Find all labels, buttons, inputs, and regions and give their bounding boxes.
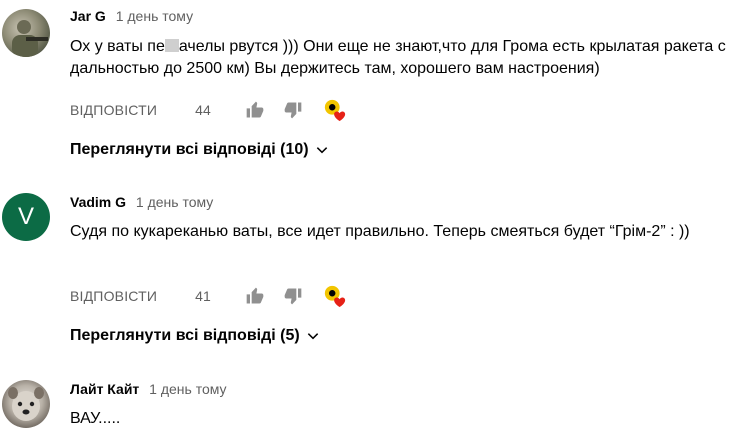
creator-heart-icon [323, 98, 347, 122]
creator-heart-icon [323, 284, 347, 308]
comment-header: Vadim G 1 день тому [70, 194, 213, 210]
like-count: 41 [195, 288, 211, 304]
view-replies-button[interactable]: Переглянути всі відповіді (5) [70, 327, 320, 345]
avatar-photo-icon [8, 387, 44, 421]
chevron-down-icon [307, 333, 318, 340]
thumbs-up-icon[interactable] [243, 284, 267, 308]
thumbs-up-icon[interactable] [243, 98, 267, 122]
author-name[interactable]: Лайт Кайт [70, 381, 139, 397]
author-name[interactable]: Vadim G [70, 194, 126, 210]
comment-text: Ох у ваты пе ачелы рвутся ))) Они еще не … [70, 36, 740, 80]
avatar-letter: V [17, 203, 34, 230]
avatar[interactable] [2, 9, 50, 57]
reply-button[interactable]: ВІДПОВІСТИ [70, 102, 157, 118]
comment-text: ВАУ..... [70, 410, 121, 427]
like-count: 44 [195, 102, 211, 118]
view-replies-button[interactable]: Переглянути всі відповіді (10) [70, 141, 329, 159]
comment-time[interactable]: 1 день тому [136, 194, 213, 210]
comment-time[interactable]: 1 день тому [116, 8, 193, 24]
avatar[interactable]: V [2, 193, 50, 241]
avatar[interactable] [2, 380, 50, 428]
comment-text-part1: Ох у ваты пе [70, 38, 165, 55]
comment-actions: ВІДПОВІСТИ 44 [70, 98, 347, 122]
comment-time[interactable]: 1 день тому [149, 381, 226, 397]
chevron-down-icon [316, 147, 327, 154]
author-name[interactable]: Jar G [70, 8, 106, 24]
thumbs-down-icon[interactable] [281, 98, 305, 122]
comment-actions: ВІДПОВІСТИ 41 [70, 284, 347, 308]
reply-button[interactable]: ВІДПОВІСТИ [70, 288, 157, 304]
view-replies-label: Переглянути всі відповіді (5) [70, 327, 300, 344]
redaction-mark [164, 39, 179, 52]
view-replies-label: Переглянути всі відповіді (10) [70, 141, 309, 158]
avatar-photo-icon [12, 20, 48, 57]
thumbs-down-icon[interactable] [281, 284, 305, 308]
comment-text: Судя по кукареканью ваты, все идет прави… [70, 223, 690, 240]
comment-header: Лайт Кайт 1 день тому [70, 381, 227, 397]
comment-header: Jar G 1 день тому [70, 8, 193, 24]
